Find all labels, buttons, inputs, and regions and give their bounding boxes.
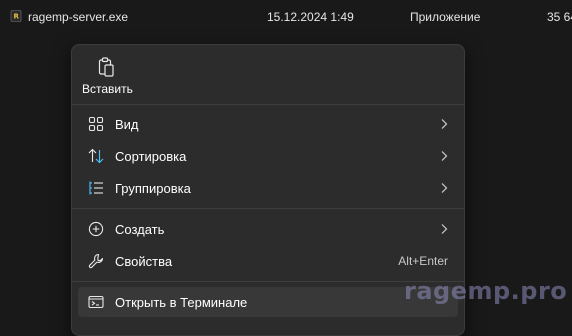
menu-item-group-by[interactable]: Группировка — [78, 173, 458, 203]
chevron-right-icon — [441, 183, 448, 193]
menu-item-sort[interactable]: Сортировка — [78, 141, 458, 171]
keyboard-shortcut: Alt+Enter — [398, 254, 448, 268]
chevron-right-icon — [441, 224, 448, 234]
add-circle-icon — [88, 221, 104, 237]
menu-item-label: Создать — [115, 222, 165, 237]
menu-divider — [72, 208, 464, 209]
menu-item-view[interactable]: Вид — [78, 109, 458, 139]
menu-item-label: Группировка — [115, 181, 191, 196]
context-menu-top-actions: Вставить — [72, 45, 464, 103]
paste-icon — [98, 57, 114, 77]
menu-item-properties[interactable]: Свойства Alt+Enter — [78, 246, 458, 276]
svg-text:R: R — [14, 13, 20, 21]
chevron-right-icon — [441, 119, 448, 129]
file-date: 15.12.2024 1:49 — [267, 10, 354, 24]
menu-item-label: Сортировка — [115, 149, 187, 164]
paste-label: Вставить — [82, 82, 133, 96]
menu-item-open-in-terminal[interactable]: Открыть в Терминале — [78, 287, 458, 317]
group-list-icon — [89, 181, 103, 195]
sort-icon — [88, 148, 104, 164]
menu-item-label: Свойства — [115, 254, 173, 269]
terminal-icon — [88, 295, 104, 309]
grid-view-icon — [88, 116, 104, 132]
file-name: ragemp-server.exe — [28, 10, 129, 24]
menu-item-label: Вид — [115, 117, 139, 132]
menu-item-label: Открыть в Терминале — [115, 295, 248, 310]
wrench-icon — [88, 253, 104, 269]
exe-file-icon: R — [10, 10, 22, 22]
file-type: Приложение — [410, 10, 481, 24]
menu-divider — [72, 104, 464, 105]
file-row[interactable]: R ragemp-server.exe 15.12.2024 1:49 Прил… — [0, 0, 572, 34]
watermark: ragemp.pro — [404, 277, 568, 305]
paste-button[interactable]: Вставить — [78, 51, 134, 99]
menu-item-new[interactable]: Создать — [78, 214, 458, 244]
chevron-right-icon — [441, 151, 448, 161]
file-size: 35 64 — [547, 10, 572, 24]
